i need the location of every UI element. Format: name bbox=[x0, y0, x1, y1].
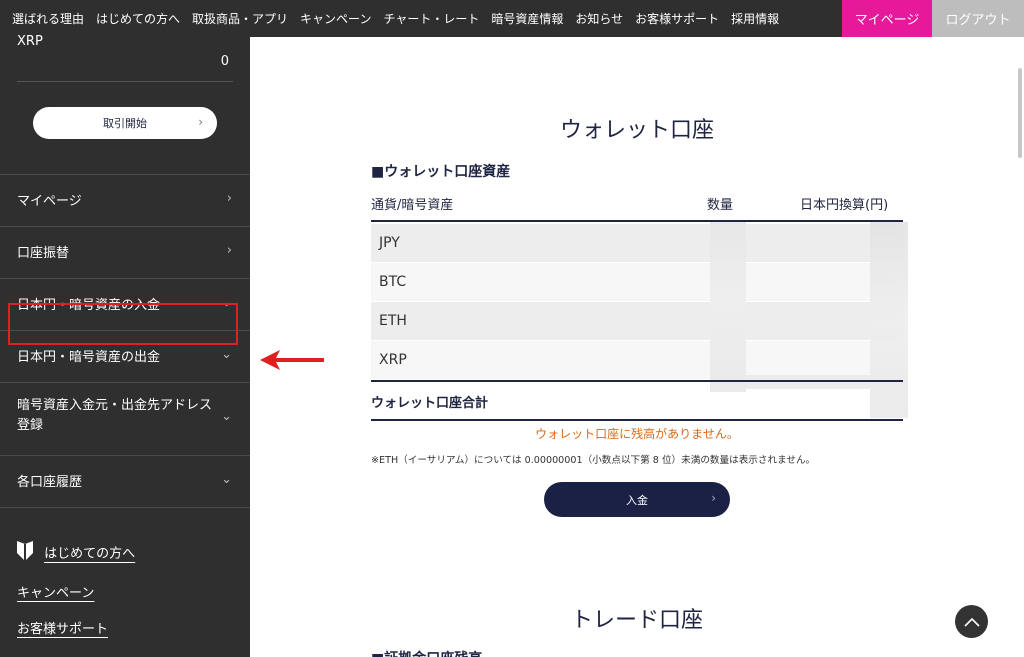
beginner-mark-icon bbox=[17, 541, 33, 565]
chevron-right-icon: › bbox=[226, 243, 232, 258]
sidebar-link-label: はじめての方へ bbox=[44, 546, 136, 562]
nav-link-news[interactable]: お知らせ bbox=[575, 10, 623, 27]
start-trading-button[interactable]: 取引開始 › bbox=[33, 107, 217, 139]
margin-balance-heading: ■証拠金口座残高 bbox=[371, 648, 482, 657]
table-divider bbox=[371, 419, 903, 421]
column-header-quantity: 数量 bbox=[707, 198, 734, 213]
currency-cell: BTC bbox=[379, 274, 407, 290]
nav-links: 選ばれる理由 はじめての方へ 取扱商品・アプリ キャンペーン チャート・レート … bbox=[0, 0, 779, 37]
sidebar: XRP 0 取引開始 › マイページ › 口座振替 › 日本円・暗号資産の入金 … bbox=[0, 34, 250, 657]
wallet-assets-heading: ■ウォレット口座資産 bbox=[371, 164, 511, 180]
back-to-top-button[interactable] bbox=[955, 605, 988, 638]
nav-link-chart[interactable]: チャート・レート bbox=[383, 10, 479, 27]
chevron-right-icon: › bbox=[226, 191, 232, 206]
chevron-right-icon: › bbox=[711, 491, 716, 505]
deposit-button[interactable]: 入金 › bbox=[544, 482, 730, 517]
blurred-quantity-values bbox=[710, 222, 746, 392]
sidebar-item-label: マイページ bbox=[17, 194, 82, 209]
sidebar-link-support[interactable]: お客様サポート bbox=[17, 618, 108, 637]
sidebar-item-label: 暗号資産入金元・出金先アドレス登録 bbox=[17, 398, 213, 433]
logout-button[interactable]: ログアウト bbox=[932, 0, 1024, 37]
table-row: XRP bbox=[371, 341, 903, 379]
chevron-right-icon: › bbox=[198, 115, 203, 129]
chevron-down-icon: ⌄ bbox=[221, 409, 232, 424]
table-divider bbox=[371, 380, 903, 382]
currency-cell: ETH bbox=[379, 313, 407, 329]
sidebar-link-beginners[interactable]: はじめての方へ bbox=[17, 541, 135, 565]
sidebar-item-history[interactable]: 各口座履歴 ⌄ bbox=[0, 455, 250, 508]
nav-link-beginners[interactable]: はじめての方へ bbox=[96, 10, 180, 27]
currency-cell: JPY bbox=[379, 235, 400, 251]
sidebar-item-mypage[interactable]: マイページ › bbox=[0, 174, 250, 226]
red-arrow-annotation bbox=[260, 350, 324, 370]
table-row: ETH bbox=[371, 302, 903, 340]
sidebar-item-address-registration[interactable]: 暗号資産入金元・出金先アドレス登録 ⌄ bbox=[0, 382, 250, 455]
sidebar-item-transfer[interactable]: 口座振替 › bbox=[0, 226, 250, 278]
sidebar-coin-balance: XRP 0 bbox=[17, 34, 233, 82]
wallet-total-label: ウォレット口座合計 bbox=[371, 396, 489, 411]
no-balance-notice: ウォレット口座に残高がありません。 bbox=[535, 427, 739, 441]
trade-account-title: トレード口座 bbox=[570, 608, 703, 633]
currency-cell: XRP bbox=[379, 352, 407, 368]
table-divider bbox=[371, 220, 903, 222]
chevron-up-icon bbox=[963, 617, 980, 627]
sidebar-link-campaign[interactable]: キャンペーン bbox=[17, 582, 94, 601]
coin-name: XRP bbox=[17, 34, 43, 49]
table-row: BTC bbox=[371, 263, 903, 301]
eth-footnote: ※ETH（イーサリアム）については 0.00000001（小数点以下第 8 位）… bbox=[371, 455, 816, 466]
chevron-down-icon: ⌄ bbox=[221, 472, 232, 487]
sidebar-item-label: 口座振替 bbox=[17, 246, 70, 261]
mypage-button[interactable]: マイページ bbox=[842, 0, 932, 37]
deposit-button-label: 入金 bbox=[626, 493, 648, 507]
wallet-account-title: ウォレット口座 bbox=[559, 118, 714, 143]
top-navigation: 選ばれる理由 はじめての方へ 取扱商品・アプリ キャンペーン チャート・レート … bbox=[0, 0, 1024, 37]
nav-link-campaign[interactable]: キャンペーン bbox=[300, 10, 371, 27]
nav-link-crypto-info[interactable]: 暗号資産情報 bbox=[491, 10, 563, 27]
nav-link-support[interactable]: お客様サポート bbox=[635, 10, 719, 27]
column-header-jpy-value: 日本円換算(円) bbox=[800, 198, 889, 213]
nav-link-reasons[interactable]: 選ばれる理由 bbox=[12, 10, 84, 27]
highlight-box bbox=[8, 303, 238, 345]
blurred-values bbox=[746, 375, 908, 389]
coin-value: 0 bbox=[220, 54, 229, 69]
table-row: JPY bbox=[371, 224, 903, 262]
column-header-currency: 通貨/暗号資産 bbox=[371, 198, 454, 213]
chevron-down-icon: ⌄ bbox=[221, 347, 232, 362]
sidebar-item-label: 各口座履歴 bbox=[17, 475, 83, 490]
nav-link-products[interactable]: 取扱商品・アプリ bbox=[192, 10, 288, 27]
nav-link-careers[interactable]: 採用情報 bbox=[731, 10, 779, 27]
start-trading-label: 取引開始 bbox=[103, 117, 147, 130]
sidebar-item-label: 日本円・暗号資産の出金 bbox=[17, 350, 161, 365]
